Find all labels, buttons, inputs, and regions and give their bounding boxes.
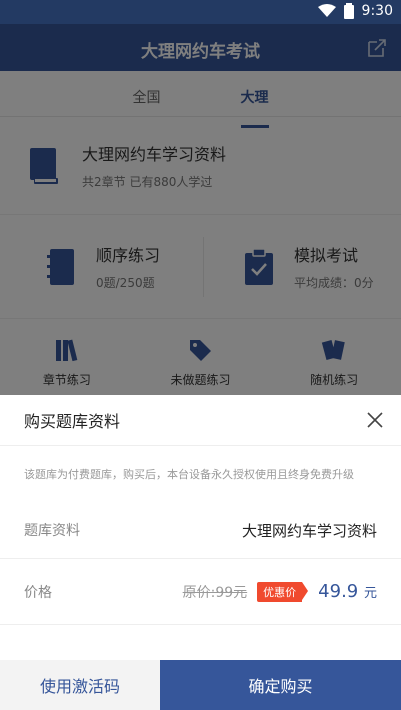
price-label: 价格 — [24, 584, 52, 601]
sheet-header: 购买题库资料 — [0, 395, 401, 446]
material-value: 大理网约车学习资料 — [241, 521, 377, 540]
wifi-icon — [317, 4, 336, 17]
modal-backdrop[interactable] — [0, 24, 401, 395]
sale-price: 49.9 元 — [318, 581, 377, 602]
original-price: 原价:99元 — [182, 584, 248, 601]
sheet-title: 购买题库资料 — [24, 412, 121, 431]
sale-price-unit: 元 — [363, 586, 377, 601]
sale-price-value: 49.9 — [318, 581, 359, 602]
price-row: 价格 原价:99元 优惠价 49.9 元 — [0, 559, 401, 625]
discount-badge: 优惠价 — [257, 581, 309, 602]
bottom-actions: 使用激活码 确定购买 — [0, 660, 401, 710]
material-label: 题库资料 — [24, 523, 80, 539]
status-bar: 9:30 — [0, 0, 401, 24]
material-row: 题库资料 大理网约车学习资料 — [0, 502, 401, 559]
battery-icon — [343, 3, 354, 19]
close-icon[interactable] — [367, 412, 383, 428]
activation-code-button[interactable]: 使用激活码 — [0, 660, 160, 710]
purchase-note: 该题库为付费题库，购买后，本台设备永久授权使用且终身免费升级 — [24, 468, 354, 481]
status-time: 9:30 — [361, 3, 393, 19]
confirm-purchase-button[interactable]: 确定购买 — [160, 660, 401, 710]
